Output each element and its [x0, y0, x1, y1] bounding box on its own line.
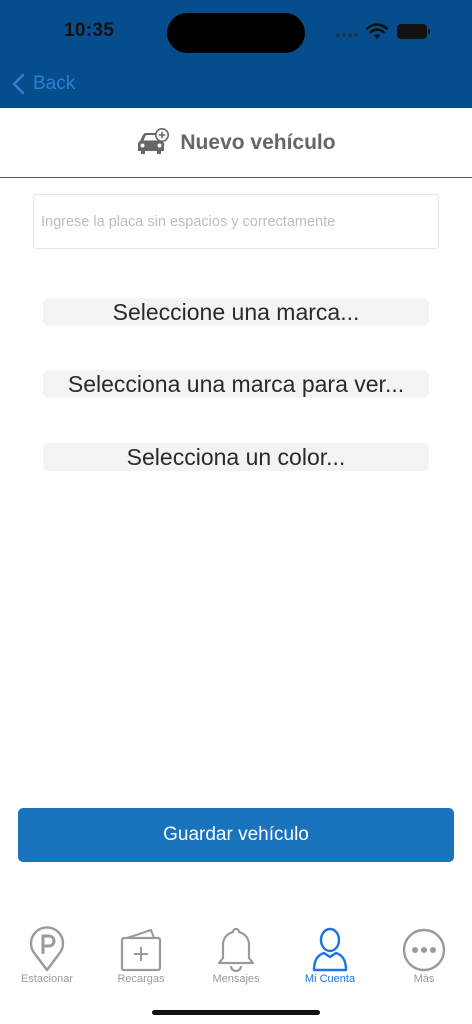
- navigation-bar: 10:35 Back: [0, 0, 472, 108]
- tab-mi-cuenta[interactable]: Mi Cuenta: [283, 924, 377, 990]
- chevron-left-icon: [12, 73, 25, 95]
- tab-label: Mi Cuenta: [304, 973, 356, 985]
- home-indicator[interactable]: [152, 1010, 320, 1015]
- dynamic-island: [167, 13, 305, 53]
- car-add-icon: [138, 127, 170, 154]
- tab-label: Más: [413, 973, 435, 985]
- tab-estacionar[interactable]: Estacionar: [0, 924, 94, 990]
- back-label: Back: [33, 73, 76, 94]
- tab-label: Estacionar: [21, 973, 73, 985]
- tab-label: Recargas: [117, 973, 165, 985]
- tab-label: Mensajes: [212, 973, 260, 985]
- back-button[interactable]: Back: [12, 70, 75, 98]
- battery-tip: [428, 29, 430, 34]
- more-icon: [402, 928, 446, 972]
- bell-icon: [217, 927, 255, 972]
- page-title: Nuevo vehículo: [180, 130, 336, 154]
- wallet-add-icon: [120, 929, 162, 972]
- tab-bar: Estacionar Recargas Mensajes Mi Cuenta M…: [0, 924, 472, 990]
- page-header: Nuevo vehículo: [0, 108, 472, 178]
- brand-picker[interactable]: Seleccione una marca...: [43, 298, 429, 326]
- save-vehicle-button[interactable]: Guardar vehículo: [18, 808, 454, 862]
- signal-icon: [336, 33, 358, 37]
- battery-icon: [397, 24, 427, 39]
- status-time: 10:35: [64, 20, 115, 41]
- parking-pin-icon: [29, 926, 65, 972]
- tab-mas[interactable]: Más: [377, 924, 471, 990]
- user-icon: [312, 927, 348, 972]
- plate-input[interactable]: [33, 194, 439, 249]
- model-picker[interactable]: Selecciona una marca para ver...: [43, 370, 429, 398]
- tab-recargas[interactable]: Recargas: [94, 924, 188, 990]
- wifi-icon: [365, 23, 389, 39]
- color-picker[interactable]: Selecciona un color...: [43, 443, 429, 471]
- tab-mensajes[interactable]: Mensajes: [189, 924, 283, 990]
